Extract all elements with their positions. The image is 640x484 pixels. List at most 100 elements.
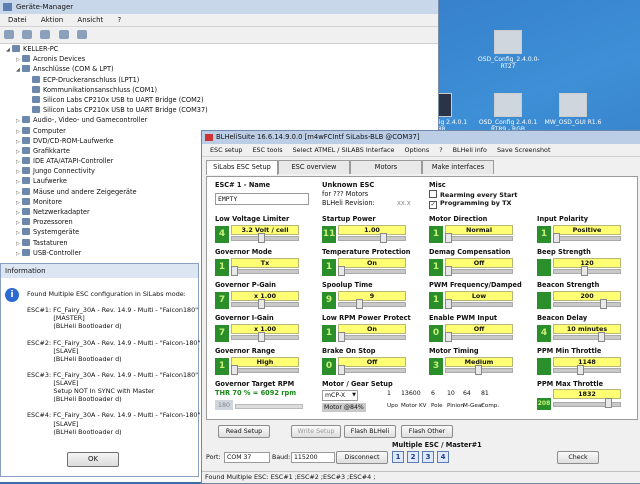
device-tree-item[interactable]: ▷ Audio-, Video- und Gamecontroller [0,115,438,125]
slider-thumb[interactable] [599,299,607,309]
setting-slider[interactable] [338,335,406,340]
gear-value[interactable]: 13600 [401,390,421,397]
device-tree-item[interactable]: ECP-Druckeranschluss (LPT1) [0,75,438,85]
slider-thumb[interactable] [475,365,482,375]
slider-thumb[interactable] [598,332,605,342]
menu-item-esc-setup[interactable]: ESC setup [210,146,242,154]
menu-item-help[interactable]: ? [439,146,442,154]
device-tree-item[interactable]: ▷ Acronis Devices [0,54,438,64]
flash-blheli-button[interactable]: Flash BLHeli [344,425,396,438]
tab-silabs-esc-setup[interactable]: SiLabs ESC Setup [206,160,278,175]
rearming-checkbox[interactable]: Rearming every Start [429,190,517,199]
gear-value[interactable]: 6 [431,390,435,397]
slider-thumb[interactable] [338,365,345,375]
slider-thumb[interactable] [445,266,452,276]
setting-index-square: 7 [215,325,229,342]
setting-slider[interactable] [338,368,406,373]
device-tree-item[interactable]: ◢ KELLER-PC [0,44,438,54]
setting-slider[interactable] [231,335,299,340]
write-setup-button[interactable]: Write Setup [291,425,341,438]
slider-thumb[interactable] [605,398,612,408]
slider-thumb[interactable] [338,266,345,276]
slider-thumb[interactable] [231,365,238,375]
device-tree-item[interactable]: Kommunikationsanschluss (COM1) [0,85,438,95]
gear-value[interactable]: 81 [481,390,489,397]
device-tree-item[interactable]: ◢ Anschlüsse (COM & LPT) [0,64,438,74]
dialog-titlebar[interactable]: Information [1,264,198,278]
menu-item-help[interactable]: ? [118,16,122,24]
slider-thumb[interactable] [553,233,560,243]
gear-value[interactable]: 10 [447,390,455,397]
desktop-shortcut[interactable]: MW_OSD_GUI R1.6 [543,93,603,126]
menu-item-select-interface[interactable]: Select ATMEL / SILABS Interface [293,146,395,154]
slider-thumb[interactable] [577,365,584,375]
menu-item-save-screenshot[interactable]: Save Screenshot [497,146,550,154]
tab-make-interfaces[interactable]: Make interfaces [422,160,494,174]
menu-item-esc-tools[interactable]: ESC tools [253,146,283,154]
setting-slider[interactable] [231,236,299,241]
properties-icon[interactable] [40,30,51,39]
programming-by-tx-checkbox[interactable]: ✓ Programming by TX [429,199,511,209]
slider-thumb[interactable] [258,299,265,309]
slider-thumb[interactable] [445,299,452,309]
setting-index-square: 1 [429,226,443,243]
setting-slider[interactable] [553,335,621,340]
disconnect-button[interactable]: Disconnect [336,451,388,464]
device-tree-item[interactable]: Silicon Labs CP210x USB to UART Bridge (… [0,105,438,115]
esc-name-input[interactable]: EMPTY [215,193,309,205]
menu-item-ansicht[interactable]: Ansicht [77,16,103,24]
slider-thumb[interactable] [258,233,265,243]
setting-slider[interactable] [231,269,299,274]
slider-thumb[interactable] [356,299,363,309]
slider-thumb[interactable] [445,233,452,243]
gov-target-value: THR 70 % = 6092 rpm [215,389,297,397]
desktop-shortcut[interactable]: OSD_Config_2.4.0.0-RT27 [478,30,540,70]
setting-slider[interactable] [338,236,406,241]
scan-hardware-icon[interactable] [76,30,87,39]
tab-motors[interactable]: Motors [350,160,422,174]
window-titlebar[interactable]: BLHeliSuite 16.6.14.9.0.0 [m4wFCIntf SiL… [202,131,640,144]
slider-thumb[interactable] [231,266,238,276]
flash-other-button[interactable]: Flash Other [401,425,453,438]
menu-item-blheli-info[interactable]: BLHeli info [453,146,487,154]
setting-slider[interactable] [445,335,513,340]
setting-slider[interactable] [553,236,621,241]
setting-slider[interactable] [338,269,406,274]
slider-thumb[interactable] [338,332,345,342]
check-button[interactable]: Check [557,451,599,464]
setting-slider[interactable] [445,236,513,241]
setting-slider[interactable] [553,368,621,373]
setting-slider[interactable] [231,368,299,373]
gear-value[interactable]: 1 [387,390,391,397]
menu-item-datei[interactable]: Datei [8,16,27,24]
motor-model-select[interactable]: mCP-X ▼ [322,390,358,401]
port-select[interactable]: COM 37 [224,452,270,463]
esc-select-2[interactable]: 2 [407,451,419,463]
ok-button[interactable]: OK [67,452,119,467]
gear-value[interactable]: 64 [463,390,471,397]
baud-select[interactable]: 115200 [291,452,335,463]
menu-item-options[interactable]: Options [405,146,430,154]
esc-select-3[interactable]: 3 [422,451,434,463]
setting-slider[interactable] [445,302,513,307]
slider-thumb[interactable] [581,266,589,276]
forward-icon[interactable] [22,30,33,39]
back-icon[interactable] [4,30,14,39]
desktop-shortcut[interactable]: OSD_Config 2.4.0.1 RT89 - RGB [478,93,538,133]
device-tree-item[interactable]: Silicon Labs CP210x USB to UART Bridge (… [0,95,438,105]
esc-select-4[interactable]: 4 [437,451,449,463]
slider-thumb[interactable] [258,332,265,342]
help-icon[interactable] [58,30,69,39]
tab-esc-overview[interactable]: ESC overview [278,160,350,174]
window-titlebar[interactable]: Geräte-Manager [0,0,438,14]
read-setup-button[interactable]: Read Setup [218,425,270,438]
setting-slider[interactable] [553,302,621,307]
setting-slider[interactable] [445,269,513,274]
setting-slider[interactable] [338,302,406,307]
menu-item-aktion[interactable]: Aktion [41,16,63,24]
slider-thumb[interactable] [380,233,387,243]
slider-thumb[interactable] [445,332,452,342]
esc-select-1[interactable]: 1 [392,451,404,463]
gov-target-slider[interactable] [235,404,303,409]
setting-slider[interactable] [231,302,299,307]
